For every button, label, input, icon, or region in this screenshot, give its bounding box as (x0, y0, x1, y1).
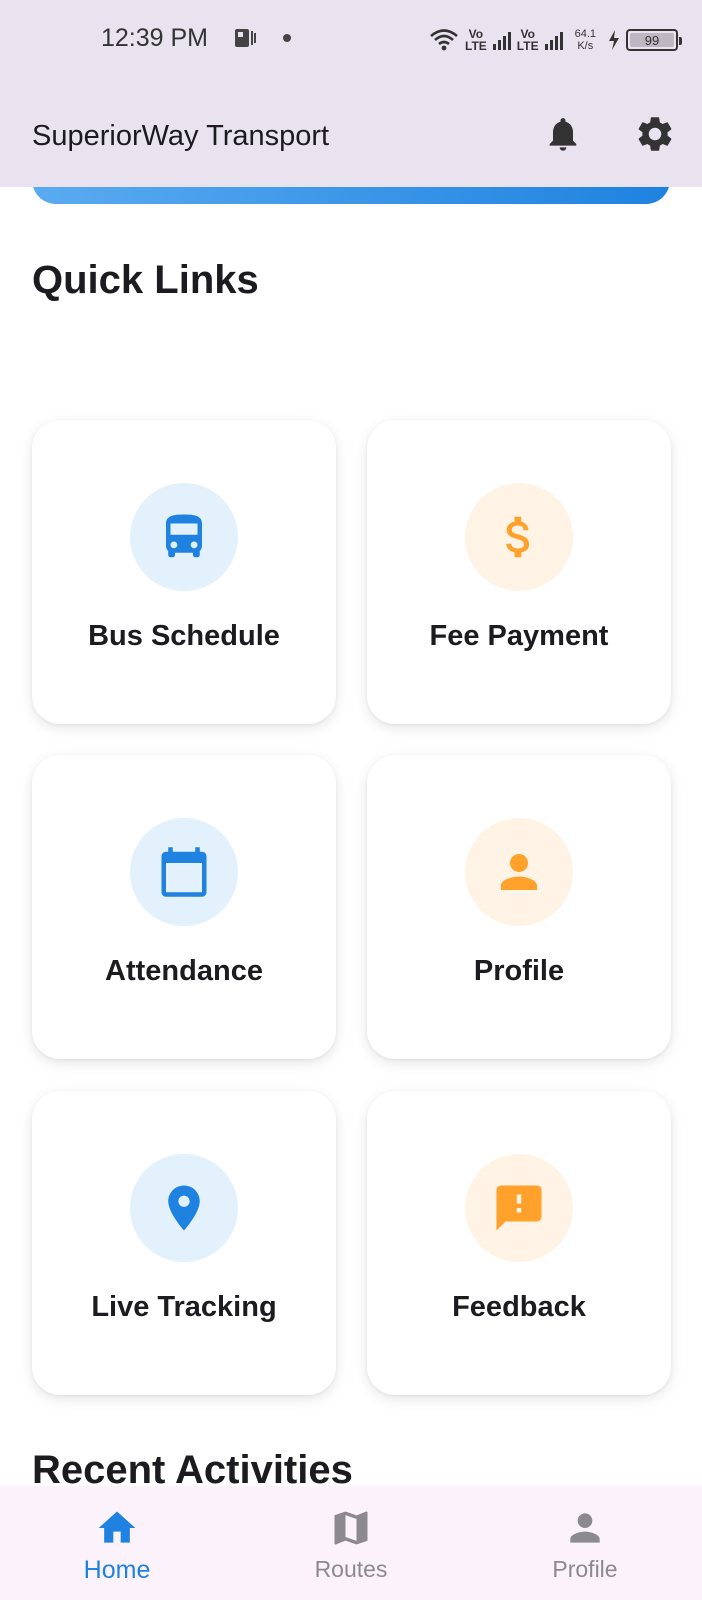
bus-icon (166, 514, 202, 558)
wifi-icon (430, 29, 458, 51)
network-speed: 64.1 K/s (574, 28, 596, 52)
bus-icon-circle (130, 483, 238, 591)
quick-links-title: Quick Links (32, 258, 259, 302)
feedback-icon (496, 1185, 542, 1231)
nav-routes-label: Routes (314, 1556, 388, 1582)
nav-home-label: Home (83, 1556, 151, 1584)
notification-app-icon (235, 29, 256, 47)
calendar-icon-circle (130, 818, 238, 926)
dollar-icon-circle (465, 483, 573, 591)
person-icon (570, 1513, 600, 1543)
feedback-icon-circle (465, 1154, 573, 1262)
notification-dot (283, 34, 291, 42)
quick-link-profile[interactable]: Profile (367, 755, 671, 1059)
bell-icon[interactable] (543, 114, 583, 154)
signal-strength-icon-2 (544, 30, 563, 50)
home-icon (98, 1511, 136, 1543)
quick-link-feedback[interactable]: Feedback (367, 1091, 671, 1395)
volte-indicator-1: Vo LTE (465, 27, 487, 53)
app-bar: SuperiorWay Transport (0, 80, 702, 187)
quick-link-label: Live Tracking (91, 1291, 277, 1323)
quick-link-bus-schedule[interactable]: Bus Schedule (32, 420, 336, 724)
quick-link-label: Bus Schedule (88, 620, 280, 652)
quick-link-label: Attendance (105, 955, 263, 987)
quick-link-label: Feedback (452, 1291, 586, 1323)
dollar-icon (506, 516, 530, 558)
quick-link-label: Fee Payment (429, 620, 609, 652)
status-time: 12:39 PM (101, 24, 209, 52)
quick-link-label: Profile (473, 955, 565, 987)
nav-routes[interactable]: Routes (234, 1486, 468, 1600)
signal-strength-icon-1 (492, 30, 511, 50)
status-indicators: Vo LTE Vo LTE 64.1 K/s 99 (429, 22, 682, 58)
battery-icon: 99 (626, 29, 682, 51)
status-bar: 12:39 PM Vo LTE Vo LTE 64.1 K/s 99 (0, 0, 702, 80)
gear-icon[interactable] (634, 113, 676, 155)
charging-icon (609, 30, 619, 50)
map-icon (334, 1511, 368, 1545)
nav-profile-label: Profile (552, 1556, 618, 1582)
location-pin-icon (168, 1185, 200, 1231)
person-icon-circle (465, 818, 573, 926)
nav-home[interactable]: Home (0, 1486, 234, 1600)
quick-link-fee-payment[interactable]: Fee Payment (367, 420, 671, 724)
bottom-navigation: Home Routes Profile (0, 1486, 702, 1600)
calendar-icon (161, 847, 207, 897)
location-pin-icon-circle (130, 1154, 238, 1262)
battery-level: 99 (644, 32, 660, 48)
quick-link-live-tracking[interactable]: Live Tracking (32, 1091, 336, 1395)
nav-profile[interactable]: Profile (468, 1486, 702, 1600)
volte-indicator-2: Vo LTE (516, 27, 539, 53)
app-title: SuperiorWay Transport (32, 120, 330, 152)
quick-link-attendance[interactable]: Attendance (32, 755, 336, 1059)
person-icon (501, 854, 537, 890)
